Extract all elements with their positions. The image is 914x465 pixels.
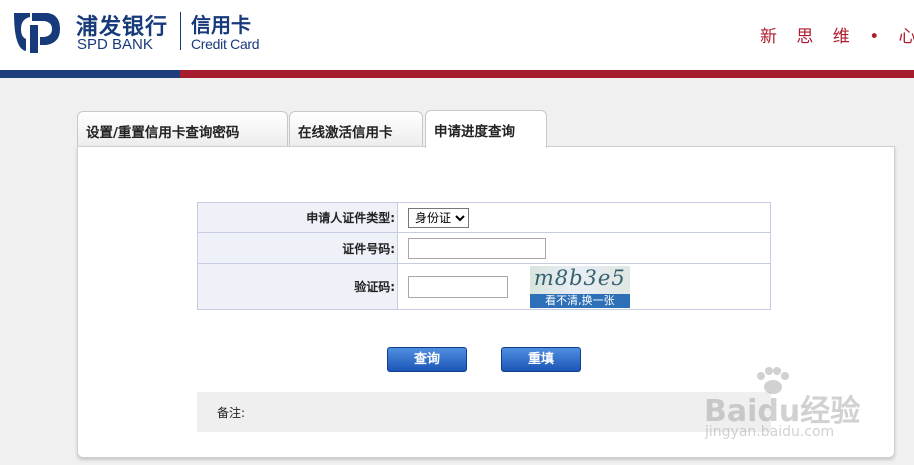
id-number-label: 证件号码: — [197, 232, 398, 264]
tab-reset-password[interactable]: 设置/重置信用卡查询密码 — [77, 111, 288, 147]
tab-application-progress[interactable]: 申请进度查询 — [425, 110, 547, 148]
captcha-input[interactable] — [408, 275, 508, 298]
bank-name-en: SPD BANK — [77, 36, 153, 53]
captcha-refresh-link[interactable]: 看不清,换一张 — [529, 293, 630, 308]
captcha-image-text: m8b3e5 — [533, 265, 626, 290]
form-row-id-type: 申请人证件类型: 身份证 — [197, 202, 771, 233]
credit-card-title-en: Credit Card — [191, 36, 260, 52]
progress-query-panel: 申请人证件类型: 身份证 证件号码: 验证码: m8b3e5 看不清,换一张 查… — [77, 146, 895, 458]
logo-divider — [180, 12, 181, 50]
header-stripe-blue — [0, 70, 180, 78]
id-number-input[interactable] — [408, 237, 546, 259]
query-form: 申请人证件类型: 身份证 证件号码: 验证码: m8b3e5 看不清,换一张 — [197, 202, 771, 310]
captcha-image[interactable]: m8b3e5 — [529, 265, 630, 294]
credit-card-title-cn: 信用卡 — [191, 13, 251, 37]
id-type-select[interactable]: 身份证 — [408, 207, 469, 228]
spd-logo-icon — [14, 13, 60, 53]
captcha-widget: m8b3e5 看不清,换一张 — [529, 265, 630, 308]
id-type-label: 申请人证件类型: — [197, 202, 398, 233]
query-button[interactable]: 查询 — [387, 347, 467, 372]
reset-button[interactable]: 重填 — [501, 347, 581, 372]
form-row-id-number: 证件号码: — [197, 232, 771, 264]
note-label: 备注: — [217, 406, 246, 420]
header-stripe-red — [180, 70, 914, 78]
tab-activate-card[interactable]: 在线激活信用卡 — [289, 111, 423, 147]
slogan: 新 思 维 • 心 服 务 — [760, 27, 914, 47]
form-row-captcha: 验证码: m8b3e5 看不清,换一张 — [197, 263, 771, 310]
captcha-label: 验证码: — [197, 263, 398, 310]
note-box: 备注: — [197, 392, 771, 432]
site-header: 浦发银行 SPD BANK 信用卡 Credit Card 新 思 维 • 心 … — [0, 0, 914, 70]
